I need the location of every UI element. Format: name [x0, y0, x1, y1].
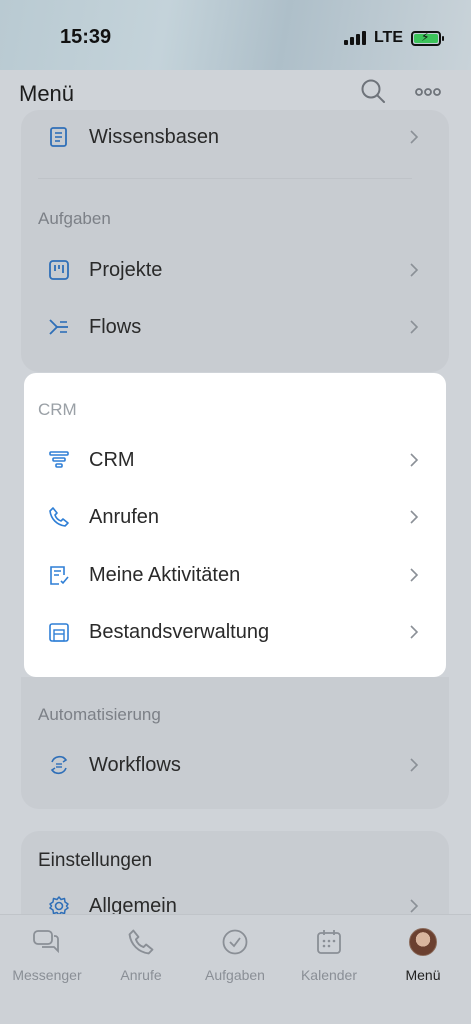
phone-icon — [47, 505, 71, 529]
menu-item-label: Projekte — [89, 258, 163, 281]
tab-messenger[interactable]: Messenger — [0, 927, 94, 983]
menu-item-meine-aktivitaeten[interactable]: Meine Aktivitäten — [38, 555, 428, 595]
menu-item-crm[interactable]: CRM — [38, 440, 428, 480]
menu-item-label: Meine Aktivitäten — [89, 563, 241, 586]
search-icon[interactable] — [360, 78, 386, 104]
menu-item-anrufen[interactable]: Anrufen — [38, 497, 428, 537]
tab-label: Menü — [405, 967, 441, 983]
tab-label: Kalender — [300, 967, 358, 983]
tab-kalender[interactable]: Kalender — [282, 927, 376, 983]
activity-list-icon — [47, 563, 71, 587]
funnel-icon — [47, 448, 71, 472]
network-label: LTE — [373, 29, 403, 46]
tab-anrufe[interactable]: Anrufe — [94, 927, 188, 983]
check-circle-icon — [188, 927, 282, 957]
tab-menu[interactable]: Menü — [376, 927, 470, 983]
menu-item-workflows[interactable]: Workflows — [38, 745, 428, 785]
chevron-right-icon — [410, 625, 419, 639]
tab-label: Messenger — [12, 967, 82, 983]
chevron-right-icon — [410, 263, 419, 277]
menu-item-bestandsverwaltung[interactable]: Bestandsverwaltung — [38, 612, 428, 652]
menu-item-projekte[interactable]: Projekte — [38, 250, 428, 290]
flows-icon — [47, 315, 71, 339]
menu-item-label: Workflows — [89, 753, 181, 776]
calendar-icon — [282, 927, 376, 957]
tab-aufgaben[interactable]: Aufgaben — [188, 927, 282, 983]
chevron-right-icon — [410, 510, 419, 524]
book-icon — [47, 125, 71, 149]
section-label-automatisierung: Automatisierung — [38, 705, 161, 724]
warehouse-icon — [47, 620, 71, 644]
avatar — [409, 928, 437, 956]
phone-icon — [94, 927, 188, 957]
status-time: 15:39 — [60, 26, 112, 48]
chevron-right-icon — [410, 453, 419, 467]
divider — [38, 178, 412, 179]
messenger-icon — [0, 927, 94, 957]
menu-item-flows[interactable]: Flows — [38, 307, 428, 347]
section-label-crm: CRM — [38, 400, 77, 419]
chevron-right-icon — [410, 320, 419, 334]
signal-icon — [343, 31, 366, 45]
menu-card-automation — [21, 677, 449, 809]
page-title: Menü — [19, 81, 75, 106]
section-label-aufgaben: Aufgaben — [38, 209, 111, 228]
menu-item-label: Wissensbasen — [89, 125, 220, 148]
status-bar: 15:39 LTE ⚡ — [0, 0, 471, 70]
battery-icon: ⚡ — [411, 30, 444, 46]
more-options-icon[interactable] — [414, 82, 442, 102]
workflow-icon — [47, 753, 71, 777]
tab-label: Anrufe — [120, 967, 162, 983]
kanban-icon — [47, 258, 71, 282]
menu-item-label: Flows — [89, 315, 142, 338]
tab-label: Aufgaben — [205, 967, 265, 983]
tab-bar: Messenger Anrufe Aufgaben Kalender Menü — [0, 914, 471, 1024]
menu-item-label: Bestandsverwaltung — [89, 620, 270, 643]
section-label-einstellungen: Einstellungen — [38, 850, 153, 871]
menu-item-label: CRM — [89, 448, 135, 471]
menu-item-label: Anrufen — [89, 505, 160, 528]
chevron-right-icon — [410, 568, 419, 582]
home-indicator — [168, 1009, 303, 1014]
chevron-right-icon — [410, 899, 419, 913]
chevron-right-icon — [410, 758, 419, 772]
chevron-right-icon — [410, 130, 419, 144]
menu-item-wissensbasen[interactable]: Wissensbasen — [38, 117, 428, 157]
